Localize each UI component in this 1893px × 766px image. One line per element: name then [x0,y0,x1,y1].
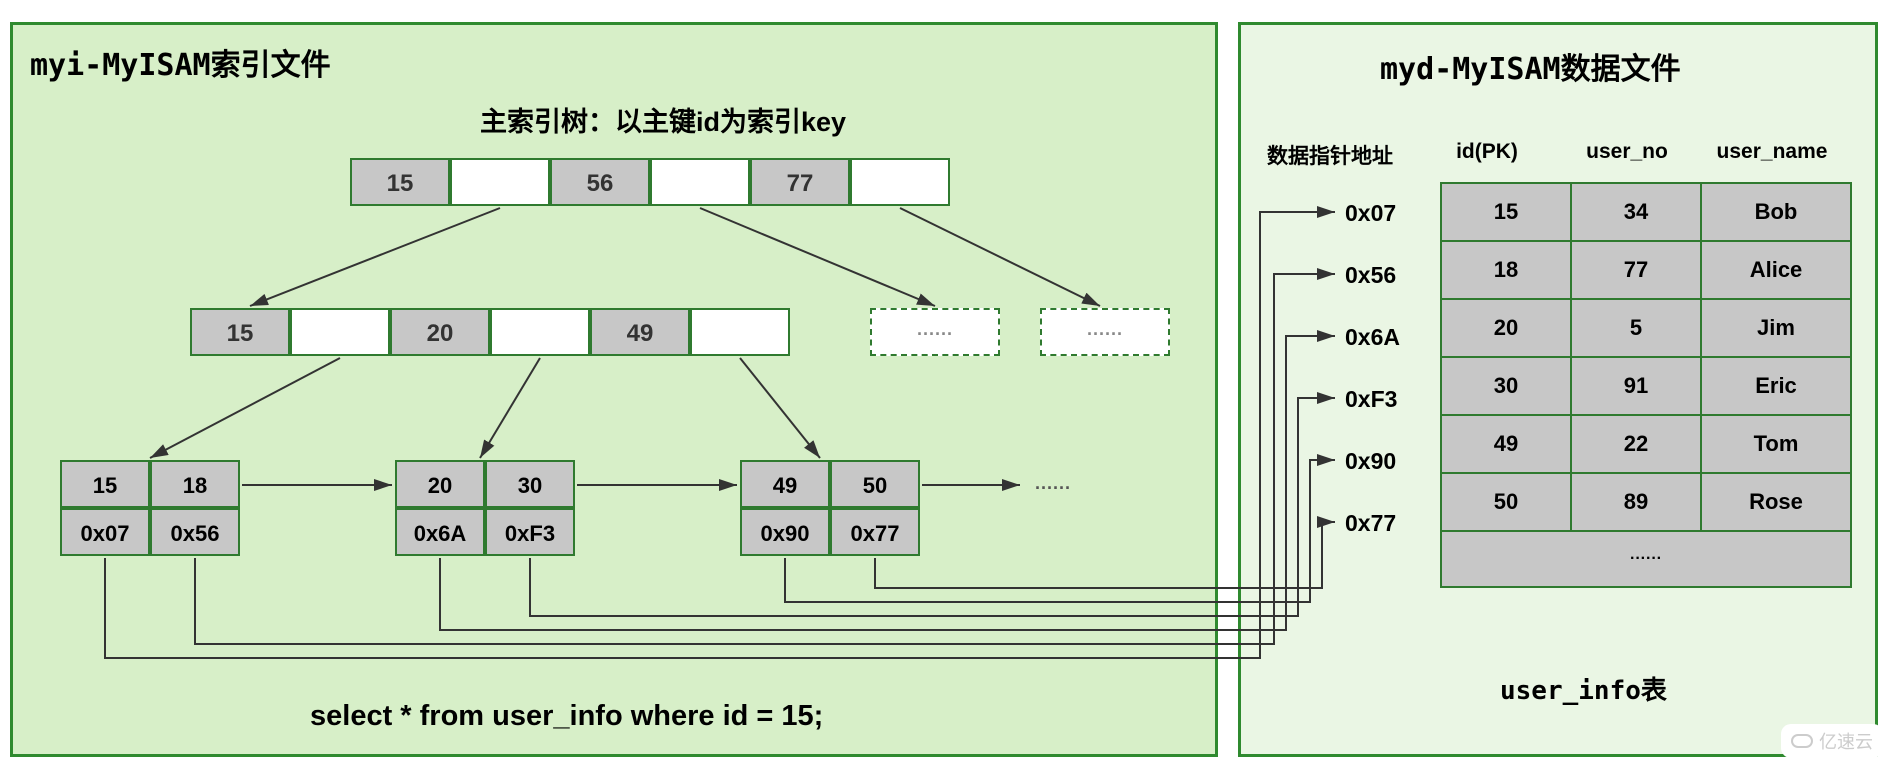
mid-key-2: 49 [590,308,690,356]
r2c0: 20 [1441,299,1571,357]
r3c2: Eric [1701,357,1851,415]
data-file-title: myd-MyISAM数据文件 [1380,44,1681,88]
root-ptr-1 [650,158,750,206]
watermark: 亿速云 [1781,724,1883,758]
data-table: 15 34 Bob 18 77 Alice 20 5 Jim 30 91 Eri… [1440,182,1852,588]
leaf2-ptr-1: 0xF3 [485,508,575,556]
leaf1-ptr-1: 0x56 [150,508,240,556]
root-ptr-0 [450,158,550,206]
mid-ptr-0 [290,308,390,356]
leaf-1: 15 18 0x07 0x56 [60,460,240,556]
r4c0: 49 [1441,415,1571,473]
leaf1-ptr-0: 0x07 [60,508,150,556]
table-name-label: user_info表 [1500,670,1667,707]
mid-ptr-2 [690,308,790,356]
root-key-1: 56 [550,158,650,206]
leaf1-key-1: 18 [150,460,240,508]
leaf-ellipsis: ······ [1035,478,1071,499]
root-key-0: 15 [350,158,450,206]
r0c2: Bob [1701,183,1851,241]
r0c1: 34 [1571,183,1701,241]
hdr-username: user_name [1697,140,1847,170]
hdr-id: id(PK) [1417,140,1557,170]
r4c1: 22 [1571,415,1701,473]
leaf3-ptr-1: 0x77 [830,508,920,556]
r1c1: 77 [1571,241,1701,299]
table-ellipsis: ······ [1441,531,1851,587]
r2c2: Jim [1701,299,1851,357]
r3c1: 91 [1571,357,1701,415]
hdr-userno: user_no [1557,140,1697,170]
canvas: myi-MyISAM索引文件 myd-MyISAM数据文件 主索引树：以主键id… [0,0,1893,766]
mid-key-1: 20 [390,308,490,356]
sql-query: select * from user_info where id = 15; [310,700,823,733]
leaf2-ptr-0: 0x6A [395,508,485,556]
leaf-2: 20 30 0x6A 0xF3 [395,460,575,556]
root-key-2: 77 [750,158,850,206]
mid-node: 15 20 49 [190,308,790,356]
leaf3-key-0: 49 [740,460,830,508]
leaf1-key-0: 15 [60,460,150,508]
cloud-icon [1791,734,1813,748]
data-headers: 数据指针地址 id(PK) user_no user_name [1267,140,1847,170]
r5c0: 50 [1441,473,1571,531]
leaf-3: 49 50 0x90 0x77 [740,460,920,556]
addr-4: 0x90 [1345,448,1396,475]
leaf2-key-1: 30 [485,460,575,508]
addr-1: 0x56 [1345,262,1396,289]
leaf3-ptr-0: 0x90 [740,508,830,556]
tree-subtitle: 主索引树：以主键id为索引key [480,100,846,139]
r0c0: 15 [1441,183,1571,241]
mid-dashed-2: ······ [1040,308,1170,356]
addr-0: 0x07 [1345,200,1396,227]
r4c2: Tom [1701,415,1851,473]
root-ptr-2 [850,158,950,206]
addr-5: 0x77 [1345,510,1396,537]
r3c0: 30 [1441,357,1571,415]
r5c2: Rose [1701,473,1851,531]
r1c2: Alice [1701,241,1851,299]
hdr-addr: 数据指针地址 [1267,140,1417,170]
mid-dashed-1: ······ [870,308,1000,356]
r5c1: 89 [1571,473,1701,531]
addr-2: 0x6A [1345,324,1400,351]
mid-ptr-1 [490,308,590,356]
watermark-text: 亿速云 [1819,728,1873,754]
addr-3: 0xF3 [1345,386,1397,413]
leaf3-key-1: 50 [830,460,920,508]
mid-key-0: 15 [190,308,290,356]
r2c1: 5 [1571,299,1701,357]
index-file-title: myi-MyISAM索引文件 [30,40,331,84]
r1c0: 18 [1441,241,1571,299]
root-node: 15 56 77 [350,158,950,206]
leaf2-key-0: 20 [395,460,485,508]
